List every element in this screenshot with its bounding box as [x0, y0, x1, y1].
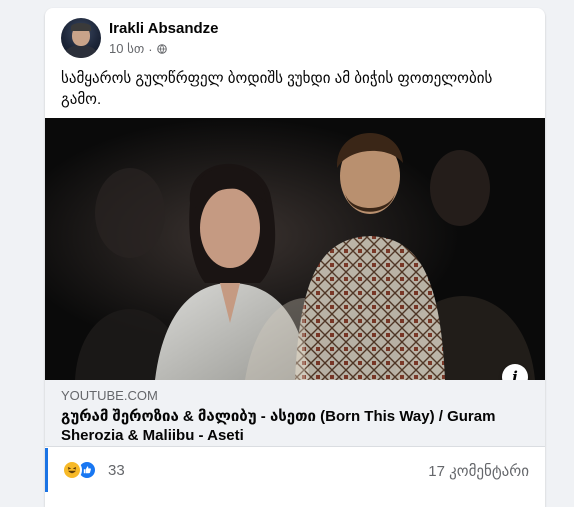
- link-preview[interactable]: YOUTUBE.COM გურამ შეროზია & მალიბუ - ასე…: [45, 380, 545, 447]
- post-header: Irakli Absandze 10 სთ ·: [61, 18, 531, 60]
- reactions-bar: 33 17 კომენტარი: [45, 448, 545, 492]
- author-name[interactable]: Irakli Absandze: [109, 20, 218, 37]
- author-avatar[interactable]: [61, 18, 101, 58]
- reaction-icons[interactable]: [62, 460, 102, 480]
- avatar-hair: [71, 23, 91, 31]
- thumbnail-image: [45, 118, 545, 380]
- post-meta: 10 სთ ·: [109, 41, 167, 57]
- video-thumbnail[interactable]: i: [45, 118, 545, 380]
- post-card: Irakli Absandze 10 სთ · სამყაროს გულწრფე…: [45, 8, 545, 507]
- reaction-count[interactable]: 33: [108, 462, 125, 479]
- post-timestamp[interactable]: 10 სთ: [109, 41, 144, 57]
- link-domain: YOUTUBE.COM: [61, 388, 158, 403]
- link-title[interactable]: გურამ შეროზია & მალიბუ - ასეთი (Born Thi…: [61, 407, 521, 445]
- avatar-shoulders: [65, 45, 97, 58]
- comments-count[interactable]: 17 კომენტარი: [428, 462, 529, 480]
- meta-separator: ·: [148, 41, 153, 57]
- globe-icon[interactable]: [156, 44, 167, 54]
- haha-reaction-icon: [62, 460, 82, 480]
- post-text: სამყაროს გულწრფელ ბოდიშს ვუხდი ამ ბიჭის …: [61, 70, 493, 108]
